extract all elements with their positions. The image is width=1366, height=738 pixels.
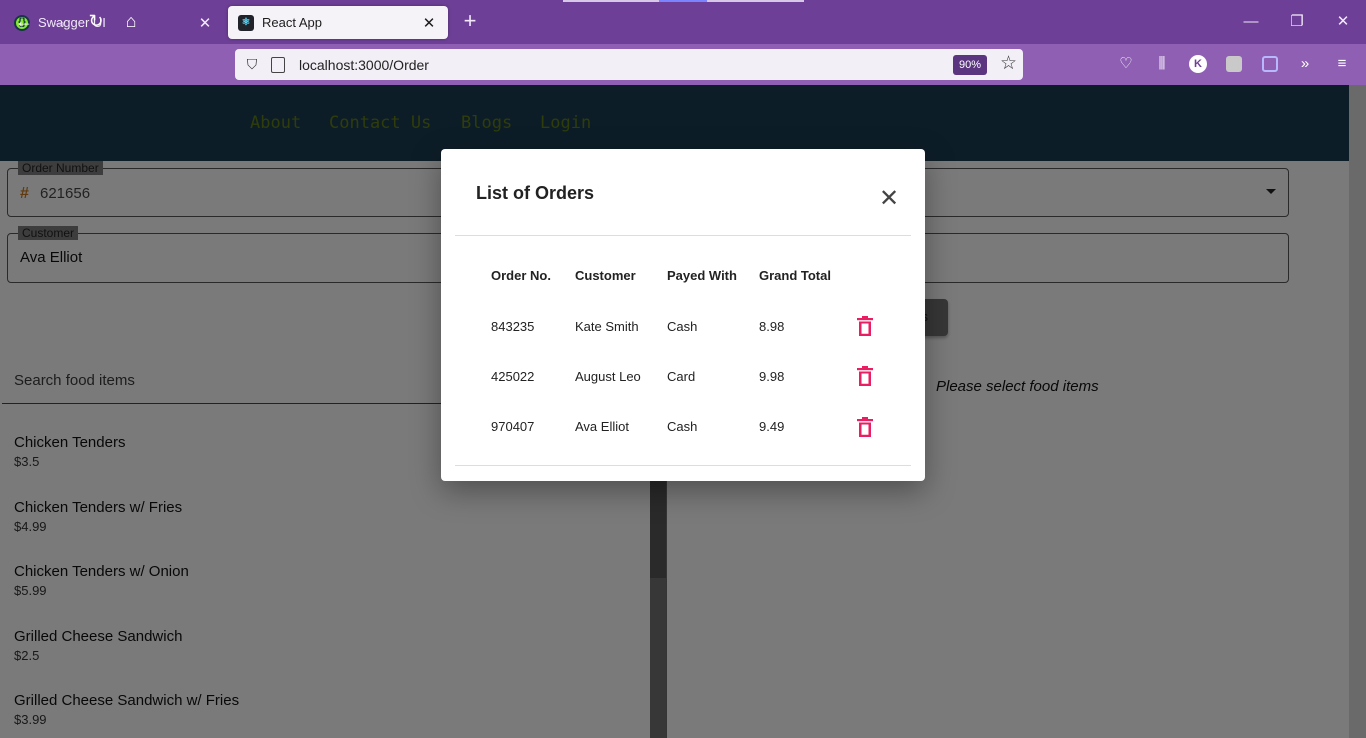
url-text[interactable]: localhost:3000/Order [299, 57, 429, 73]
delete-icon[interactable] [857, 316, 873, 336]
page-info-icon[interactable] [271, 56, 285, 73]
reload-icon[interactable]: ↻ [83, 8, 109, 34]
extension-icon[interactable] [1226, 56, 1242, 72]
bookmark-star-icon[interactable]: ☆ [1000, 52, 1017, 75]
order-no-cell: 425022 [491, 369, 535, 384]
grand-total-cell: 9.98 [759, 369, 785, 384]
extension-icon[interactable] [1262, 56, 1278, 72]
menu-icon[interactable]: ≡ [1330, 52, 1354, 76]
drag-region-highlight [659, 0, 707, 2]
pocket-icon[interactable]: ♡ [1114, 52, 1138, 76]
tab-title: React App [262, 15, 322, 30]
back-icon[interactable]: ← [11, 8, 37, 34]
forward-icon[interactable]: → [47, 8, 73, 34]
close-tab-icon[interactable]: ✕ [420, 14, 438, 32]
grand-total-cell: 8.98 [759, 319, 785, 334]
payed-with-cell: Card [667, 369, 696, 384]
divider [455, 465, 911, 466]
tab-swagger-ui[interactable]: {} Swagger UI ✕ [4, 6, 224, 39]
payed-with-cell: Cash [667, 319, 698, 334]
shield-icon[interactable]: ⛉ [243, 56, 261, 73]
order-no-cell: 970407 [491, 419, 535, 434]
column-header-order-no: Order No. [491, 268, 551, 283]
home-icon[interactable]: ⌂ [118, 8, 144, 34]
divider [455, 235, 911, 236]
react-icon: ⚛ [238, 14, 254, 31]
dialog-title: List of Orders [476, 183, 595, 203]
customer-cell: Ava Elliot [575, 419, 629, 434]
customer-cell: August Leo [575, 369, 641, 384]
grand-total-cell: 9.49 [759, 419, 785, 434]
customer-cell: Kate Smith [575, 319, 639, 334]
payed-with-cell: Cash [667, 419, 698, 434]
column-header-payed-with: Payed With [667, 268, 737, 283]
close-icon[interactable]: ✕ [878, 187, 900, 211]
tab-react-app[interactable]: ⚛ React App ✕ [228, 6, 448, 39]
order-no-cell: 843235 [491, 319, 535, 334]
close-tab-icon[interactable]: ✕ [196, 14, 214, 32]
close-window-icon[interactable]: ✕ [1331, 10, 1355, 34]
delete-icon[interactable] [857, 417, 873, 437]
account-k-icon[interactable]: K [1189, 55, 1207, 73]
delete-icon[interactable] [857, 366, 873, 386]
minimize-icon[interactable]: — [1239, 10, 1263, 34]
new-tab-button[interactable]: + [458, 10, 482, 34]
address-bar[interactable]: ⛉ localhost:3000/Order 90% ☆ [235, 49, 1023, 80]
page-scrollbar[interactable] [1349, 85, 1366, 738]
column-header-grand-total: Grand Total [759, 268, 831, 283]
library-icon[interactable]: ⫼ [1150, 52, 1174, 76]
more-tools-icon[interactable]: » [1293, 52, 1317, 76]
zoom-level-badge[interactable]: 90% [952, 55, 987, 75]
orders-dialog: List of Orders ✕ Order No. Customer Paye… [441, 149, 925, 481]
column-header-customer: Customer [575, 268, 636, 283]
restore-icon[interactable]: ❐ [1285, 10, 1309, 34]
